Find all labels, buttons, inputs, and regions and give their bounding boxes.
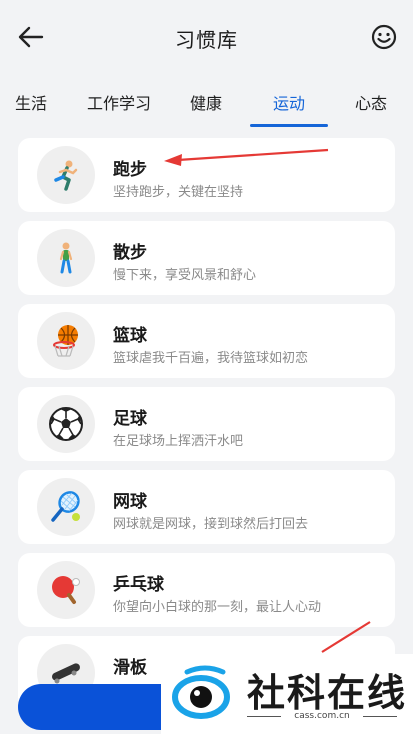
habit-desc: 在足球场上挥洒汗水吧: [113, 434, 244, 449]
habit-card-tennis[interactable]: 网球 网球就是网球，接到球然后打回去: [18, 470, 395, 544]
basketball-icon: [37, 312, 95, 370]
habit-card-basketball[interactable]: 篮球 篮球虐我千百遍，我待篮球如初恋: [18, 304, 395, 378]
watermark-url: cass.com.cn: [247, 711, 397, 721]
page-title: 习惯库: [175, 28, 238, 52]
habit-desc: 你望向小白球的那一刻，最让人心动: [113, 600, 322, 615]
habit-card-running[interactable]: 跑步 坚持跑步，关键在坚持: [18, 138, 395, 212]
habit-desc: 篮球虐我千百遍，我待篮球如初恋: [113, 351, 309, 366]
habit-name: 乒乓球: [113, 575, 164, 595]
habit-name: 网球: [113, 492, 147, 512]
walking-person-icon: [37, 229, 95, 287]
habit-name: 篮球: [113, 326, 147, 346]
tennis-racket-icon: [37, 478, 95, 536]
habit-name: 滑板: [113, 658, 147, 678]
habit-card-ping-pong[interactable]: 乒乓球 你望向小白球的那一刻，最让人心动: [18, 553, 395, 627]
habit-desc: 坚持跑步，关键在坚持: [113, 185, 244, 200]
ping-pong-icon: [37, 561, 95, 619]
smile-button[interactable]: [369, 22, 399, 52]
smile-face-icon: [371, 24, 397, 50]
habit-desc: 网球就是网球，接到球然后打回去: [113, 517, 309, 532]
watermark-logo-icon: [172, 665, 230, 719]
habit-desc: 慢下来，享受风景和舒心: [113, 268, 257, 283]
app-header: 习惯库: [0, 0, 413, 74]
soccer-ball-icon: [37, 395, 95, 453]
watermark: 社科在线 cass.com.cn: [161, 654, 413, 734]
category-tabs: 生活 工作学习 健康 运动 心态: [0, 84, 413, 130]
habit-card-walking[interactable]: 散步 慢下来，享受风景和舒心: [18, 221, 395, 295]
tab-work-study[interactable]: 工作学习: [87, 90, 151, 114]
watermark-text: 社科在线: [247, 671, 408, 715]
running-person-icon: [37, 146, 95, 204]
habit-name: 散步: [113, 243, 147, 263]
tab-health[interactable]: 健康: [190, 90, 222, 114]
tab-mindset[interactable]: 心态: [355, 90, 387, 114]
habit-card-soccer[interactable]: 足球 在足球场上挥洒汗水吧: [18, 387, 395, 461]
active-tab-indicator: [250, 124, 328, 127]
tab-sports[interactable]: 运动: [273, 90, 305, 114]
habit-name: 跑步: [113, 160, 147, 180]
habit-name: 足球: [113, 409, 147, 429]
tab-life[interactable]: 生活: [15, 90, 47, 114]
